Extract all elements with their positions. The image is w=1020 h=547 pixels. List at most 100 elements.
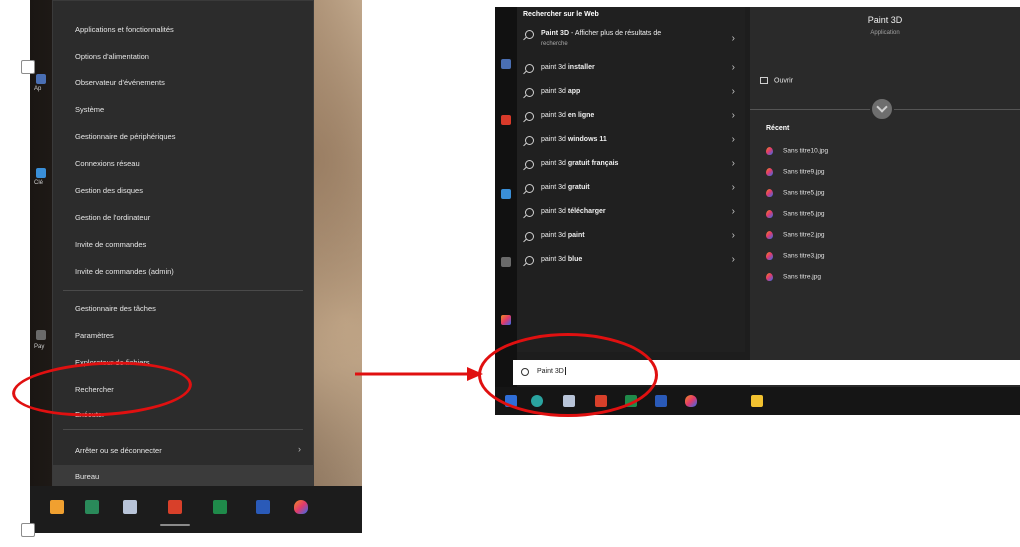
- web-result-rest: - Afficher plus de résultats de: [569, 30, 662, 37]
- suggestion-row[interactable]: paint 3d blue ›: [523, 253, 739, 275]
- recent-file-name: Sans titre.jpg: [783, 273, 821, 281]
- menu-item-device-manager[interactable]: Gestionnaire de périphériques: [75, 132, 175, 141]
- menu-item-system[interactable]: Système: [75, 105, 104, 114]
- suggestion-prefix: paint 3d: [541, 88, 568, 95]
- selection-handle[interactable]: [21, 523, 35, 537]
- suggestion-row[interactable]: paint 3d installer ›: [523, 61, 739, 83]
- desktop-icon-label: Pay: [34, 344, 45, 350]
- web-result-bold: Paint 3D: [541, 30, 570, 37]
- taskbar-app-icon[interactable]: [123, 500, 137, 514]
- suggestion-row[interactable]: paint 3d en ligne ›: [523, 109, 739, 131]
- suggestion-bold: gratuit français: [567, 160, 619, 167]
- chevron-right-icon: ›: [731, 33, 735, 44]
- suggestion-prefix: paint 3d: [541, 232, 568, 239]
- menu-item-disk-management[interactable]: Gestion des disques: [75, 186, 143, 195]
- desktop-icon[interactable]: [501, 115, 511, 125]
- menu-item-apps-features[interactable]: Applications et fonctionnalités: [75, 25, 174, 34]
- open-window-icon: [760, 77, 768, 84]
- left-taskbar: [30, 486, 362, 533]
- expand-chevron-icon[interactable]: [870, 97, 894, 121]
- paint-3d-file-icon: [766, 273, 773, 281]
- taskbar-app-icon[interactable]: [85, 500, 99, 514]
- taskbar-active-indicator: [160, 524, 190, 526]
- suggestion-row[interactable]: paint 3d gratuit français ›: [523, 157, 739, 179]
- recent-file-item[interactable]: Sans titre3.jpg: [766, 252, 825, 260]
- recent-file-name: Sans titre2.jpg: [783, 231, 825, 239]
- chevron-right-icon: ›: [731, 182, 735, 193]
- menu-item-network-connections[interactable]: Connexions réseau: [75, 159, 140, 168]
- suggestion-row[interactable]: paint 3d télécharger ›: [523, 205, 739, 227]
- word-app-icon[interactable]: [655, 395, 667, 407]
- recent-file-item[interactable]: Sans titre10.jpg: [766, 147, 828, 155]
- chevron-right-icon: ›: [731, 62, 735, 73]
- desktop-icon[interactable]: [501, 315, 511, 325]
- desktop-icon[interactable]: [501, 257, 511, 267]
- recent-file-name: Sans titre3.jpg: [783, 252, 825, 260]
- suggestion-bold: gratuit: [567, 184, 590, 191]
- recent-file-item[interactable]: Sans titre5.jpg: [766, 210, 825, 218]
- menu-item-shutdown-signout[interactable]: Arrêter ou se déconnecter: [75, 446, 162, 455]
- app-title: Paint 3D: [867, 15, 903, 25]
- paint-3d-app-icon[interactable]: [294, 500, 308, 514]
- chevron-right-icon: ›: [731, 254, 735, 265]
- paint-3d-file-icon: [766, 210, 773, 218]
- paint-3d-file-icon: [766, 252, 773, 260]
- search-icon: [525, 30, 534, 39]
- chevron-right-icon: ›: [731, 158, 735, 169]
- app-type: Application: [870, 30, 900, 36]
- desktop-icon[interactable]: [501, 189, 511, 199]
- suggestion-bold: en ligne: [567, 112, 595, 119]
- menu-item-task-manager[interactable]: Gestionnaire des tâches: [75, 304, 156, 313]
- desktop-icon[interactable]: [36, 330, 46, 340]
- suggestion-prefix: paint 3d: [541, 64, 568, 71]
- recent-file-name: Sans titre10.jpg: [783, 147, 829, 155]
- suggestion-row[interactable]: paint 3d app ›: [523, 85, 739, 107]
- menu-separator: [63, 429, 303, 430]
- desktop-icon-label: Clé: [34, 180, 44, 186]
- search-icon: [525, 64, 534, 73]
- desktop-icon[interactable]: [36, 74, 46, 84]
- recent-file-item[interactable]: Sans titre.jpg: [766, 273, 821, 281]
- excel-app-icon[interactable]: [213, 500, 227, 514]
- word-app-icon[interactable]: [256, 500, 270, 514]
- search-icon: [525, 160, 534, 169]
- web-result-row[interactable]: Paint 3D - Afficher plus de résultats de…: [523, 27, 739, 55]
- recent-file-item[interactable]: Sans titre9.jpg: [766, 168, 825, 176]
- red-arrow-icon: [355, 367, 483, 381]
- search-results-list: Rechercher sur le Web Paint 3D - Affiche…: [517, 7, 745, 352]
- web-result-sub: recherche: [541, 41, 568, 47]
- paint-3d-app-icon[interactable]: [685, 395, 697, 407]
- chevron-right-icon: ›: [731, 134, 735, 145]
- recent-file-item[interactable]: Sans titre2.jpg: [766, 231, 825, 239]
- suggestion-bold: télécharger: [567, 208, 606, 215]
- suggestion-prefix: paint 3d: [541, 112, 568, 119]
- suggestion-row[interactable]: paint 3d windows 11 ›: [523, 133, 739, 155]
- submenu-chevron-icon: ›: [298, 444, 301, 454]
- selection-handle[interactable]: [21, 60, 35, 74]
- desktop-icon[interactable]: [36, 168, 46, 178]
- recent-file-name: Sans titre9.jpg: [783, 168, 825, 176]
- recent-file-name: Sans titre5.jpg: [783, 210, 825, 218]
- file-explorer-icon[interactable]: [751, 395, 763, 407]
- chevron-right-icon: ›: [731, 110, 735, 121]
- menu-item-settings[interactable]: Paramètres: [75, 331, 114, 340]
- desktop-icon[interactable]: [501, 59, 511, 69]
- suggestion-row[interactable]: paint 3d paint ›: [523, 229, 739, 251]
- office-app-icon[interactable]: [168, 500, 182, 514]
- menu-item-power-options[interactable]: Options d'alimentation: [75, 52, 149, 61]
- menu-item-event-viewer[interactable]: Observateur d'événements: [75, 78, 165, 87]
- menu-separator: [63, 290, 303, 291]
- suggestion-prefix: paint 3d: [541, 136, 568, 143]
- menu-item-command-prompt[interactable]: Invite de commandes: [75, 240, 146, 249]
- desktop-strip: [495, 7, 517, 387]
- recent-file-item[interactable]: Sans titre5.jpg: [766, 189, 825, 197]
- paint-3d-file-icon: [766, 189, 773, 197]
- suggestion-row[interactable]: paint 3d gratuit ›: [523, 181, 739, 203]
- menu-item-desktop[interactable]: Bureau: [75, 472, 99, 481]
- menu-item-computer-management[interactable]: Gestion de l'ordinateur: [75, 213, 150, 222]
- suggestion-bold: windows 11: [567, 136, 607, 143]
- menu-item-command-prompt-admin[interactable]: Invite de commandes (admin): [75, 267, 174, 276]
- paint-3d-file-icon: [766, 147, 773, 155]
- start-button-icon[interactable]: [50, 500, 64, 514]
- open-action[interactable]: Ouvrir: [760, 77, 793, 84]
